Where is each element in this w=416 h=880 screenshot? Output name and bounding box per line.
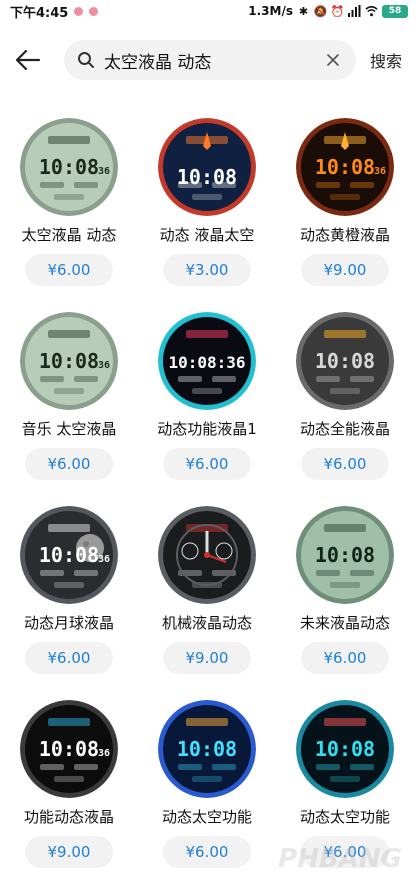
- status-time: 下午4:45: [10, 5, 69, 21]
- battery-icon: 58: [382, 4, 408, 18]
- watch-face-card[interactable]: 10:08 动态 液晶太空 ¥3.00: [138, 108, 276, 298]
- status-left: 下午4:45: [10, 2, 99, 21]
- svg-text:36: 36: [98, 360, 110, 371]
- notification-icon: [74, 6, 84, 16]
- signal-icon: [348, 5, 361, 18]
- watch-face-title: 机械液晶动态: [161, 614, 252, 632]
- watch-face-preview[interactable]: 10:08 36: [20, 700, 118, 798]
- wifi-icon: [365, 5, 378, 18]
- back-button[interactable]: [8, 40, 48, 80]
- watch-face-preview[interactable]: 10:08: [296, 312, 394, 410]
- price-button[interactable]: ¥9.00: [25, 836, 113, 868]
- watch-face-card[interactable]: 10:08 36 太空液晶 动态 ¥6.00: [0, 108, 138, 298]
- watermark: PHBANG: [278, 844, 402, 874]
- watch-face-preview[interactable]: 10:08 36: [296, 118, 394, 216]
- watch-face-card[interactable]: 10:08 36 功能动态液晶 ¥9.00: [0, 690, 138, 880]
- search-header: 太空液晶 动态 搜索: [0, 36, 416, 84]
- watch-face-preview[interactable]: 10:08:36: [158, 312, 256, 410]
- mute-icon: 🔕: [313, 4, 328, 18]
- back-arrow-icon: [15, 49, 41, 71]
- watch-face-title: 动态全能液晶: [299, 420, 390, 438]
- price-button[interactable]: ¥9.00: [163, 642, 251, 674]
- close-icon: [327, 54, 339, 66]
- svg-text:36: 36: [98, 554, 110, 565]
- watch-face-preview[interactable]: 10:08: [158, 700, 256, 798]
- price-button[interactable]: ¥6.00: [301, 448, 389, 480]
- status-bar: 下午4:45 1.3M/s ✱ 🔕 ⏰ 58: [0, 0, 416, 22]
- alarm-icon: ⏰: [330, 4, 345, 18]
- svg-text:10:08: 10:08: [39, 349, 99, 373]
- battery-level: 58: [388, 6, 402, 16]
- watch-face-title: 音乐 太空液晶: [21, 420, 117, 438]
- price-button[interactable]: ¥3.00: [163, 254, 251, 286]
- svg-text:10:08: 10:08: [177, 737, 237, 761]
- svg-text:10:08: 10:08: [315, 543, 375, 567]
- price-button[interactable]: ¥6.00: [25, 448, 113, 480]
- price-button[interactable]: ¥6.00: [301, 642, 389, 674]
- svg-text:36: 36: [98, 748, 110, 759]
- svg-text:10:08: 10:08: [315, 737, 375, 761]
- watch-face-preview[interactable]: 10:08 36: [20, 118, 118, 216]
- svg-text:10:08: 10:08: [39, 543, 99, 567]
- svg-text:36: 36: [98, 166, 110, 177]
- svg-text:10:08:36: 10:08:36: [168, 353, 245, 372]
- notification-icon: [89, 6, 99, 16]
- watch-face-preview[interactable]: 10:08: [296, 506, 394, 604]
- price-button[interactable]: ¥6.00: [25, 642, 113, 674]
- price-button[interactable]: ¥9.00: [301, 254, 389, 286]
- watch-face-card[interactable]: 10:08 36 动态黄橙液晶 ¥9.00: [276, 108, 414, 298]
- watch-face-title: 动态功能液晶1: [157, 420, 257, 438]
- search-button[interactable]: 搜索: [370, 48, 402, 72]
- svg-text:10:08: 10:08: [177, 165, 237, 189]
- status-right: 1.3M/s ✱ 🔕 ⏰ 58: [248, 4, 408, 18]
- watch-face-card[interactable]: 10:08:36 动态功能液晶1 ¥6.00: [138, 302, 276, 492]
- search-input[interactable]: 太空液晶 动态: [64, 40, 356, 80]
- watch-face-preview[interactable]: [158, 506, 256, 604]
- svg-text:10:08: 10:08: [39, 737, 99, 761]
- watch-face-preview[interactable]: 10:08: [158, 118, 256, 216]
- svg-text:10:08: 10:08: [315, 155, 375, 179]
- svg-text:36: 36: [374, 166, 386, 177]
- network-speed: 1.3M/s: [248, 4, 293, 18]
- watch-face-card[interactable]: 10:08 动态全能液晶 ¥6.00: [276, 302, 414, 492]
- svg-text:10:08: 10:08: [39, 155, 99, 179]
- watch-face-preview[interactable]: 10:08 36: [20, 312, 118, 410]
- price-button[interactable]: ¥6.00: [163, 448, 251, 480]
- watch-face-card[interactable]: 10:08 动态太空功能 ¥6.00: [138, 690, 276, 880]
- clear-button[interactable]: [322, 49, 344, 71]
- search-query[interactable]: 太空液晶 动态: [104, 48, 322, 73]
- price-button[interactable]: ¥6.00: [25, 254, 113, 286]
- bluetooth-icon: ✱: [298, 4, 309, 18]
- watch-face-preview[interactable]: 10:08: [296, 700, 394, 798]
- watch-face-title: 未来液晶动态: [299, 614, 390, 632]
- watch-face-card[interactable]: 10:08 36 动态月球液晶 ¥6.00: [0, 496, 138, 686]
- watch-face-card[interactable]: 10:08 36 音乐 太空液晶 ¥6.00: [0, 302, 138, 492]
- watch-face-title: 动态黄橙液晶: [299, 226, 390, 244]
- watch-face-card[interactable]: 10:08 未来液晶动态 ¥6.00: [276, 496, 414, 686]
- price-button[interactable]: ¥6.00: [163, 836, 251, 868]
- watch-face-title: 功能动态液晶: [23, 808, 114, 826]
- watch-face-title: 动态月球液晶: [23, 614, 114, 632]
- watch-face-title: 动态太空功能: [161, 808, 252, 826]
- watch-face-title: 动态 液晶太空: [159, 226, 255, 244]
- watch-face-title: 太空液晶 动态: [21, 226, 117, 244]
- watch-face-title: 动态太空功能: [299, 808, 390, 826]
- watch-face-preview[interactable]: 10:08 36: [20, 506, 118, 604]
- watch-face-card[interactable]: 机械液晶动态 ¥9.00: [138, 496, 276, 686]
- svg-text:10:08: 10:08: [315, 349, 375, 373]
- search-icon: [76, 50, 96, 70]
